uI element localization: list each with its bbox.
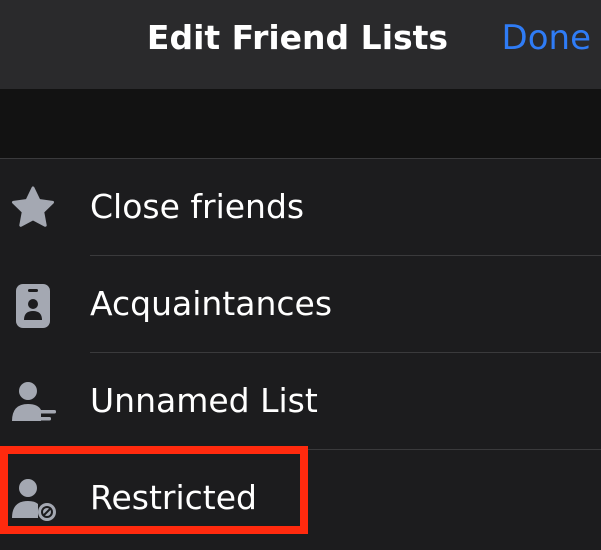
list-item-label: Acquaintances xyxy=(90,284,333,323)
list-item-label: Restricted xyxy=(90,478,257,517)
list-item-acquaintances[interactable]: Acquaintances xyxy=(0,256,601,353)
list-item-unnamed-list[interactable]: Unnamed List xyxy=(0,353,601,450)
navigation-bar: Edit Friend Lists Done xyxy=(0,0,601,89)
section-header-spacer xyxy=(0,89,601,159)
friend-lists: Close friends Acquaintances Unnamed List xyxy=(0,159,601,547)
person-restricted-icon xyxy=(12,479,56,521)
list-item-restricted[interactable]: Restricted xyxy=(0,450,601,547)
page-title-text: Edit Friend Lists xyxy=(146,18,449,57)
list-item-close-friends[interactable]: Close friends xyxy=(0,159,601,256)
edit-friend-lists-screen: Edit Friend Lists Done Close friends Acq… xyxy=(0,0,601,550)
id-badge-icon xyxy=(16,284,50,328)
list-item-label: Close friends xyxy=(90,187,305,226)
person-list-icon xyxy=(12,382,56,421)
list-item-label: Unnamed List xyxy=(90,381,318,420)
star-icon xyxy=(12,186,54,227)
done-button[interactable]: Done xyxy=(502,16,591,60)
